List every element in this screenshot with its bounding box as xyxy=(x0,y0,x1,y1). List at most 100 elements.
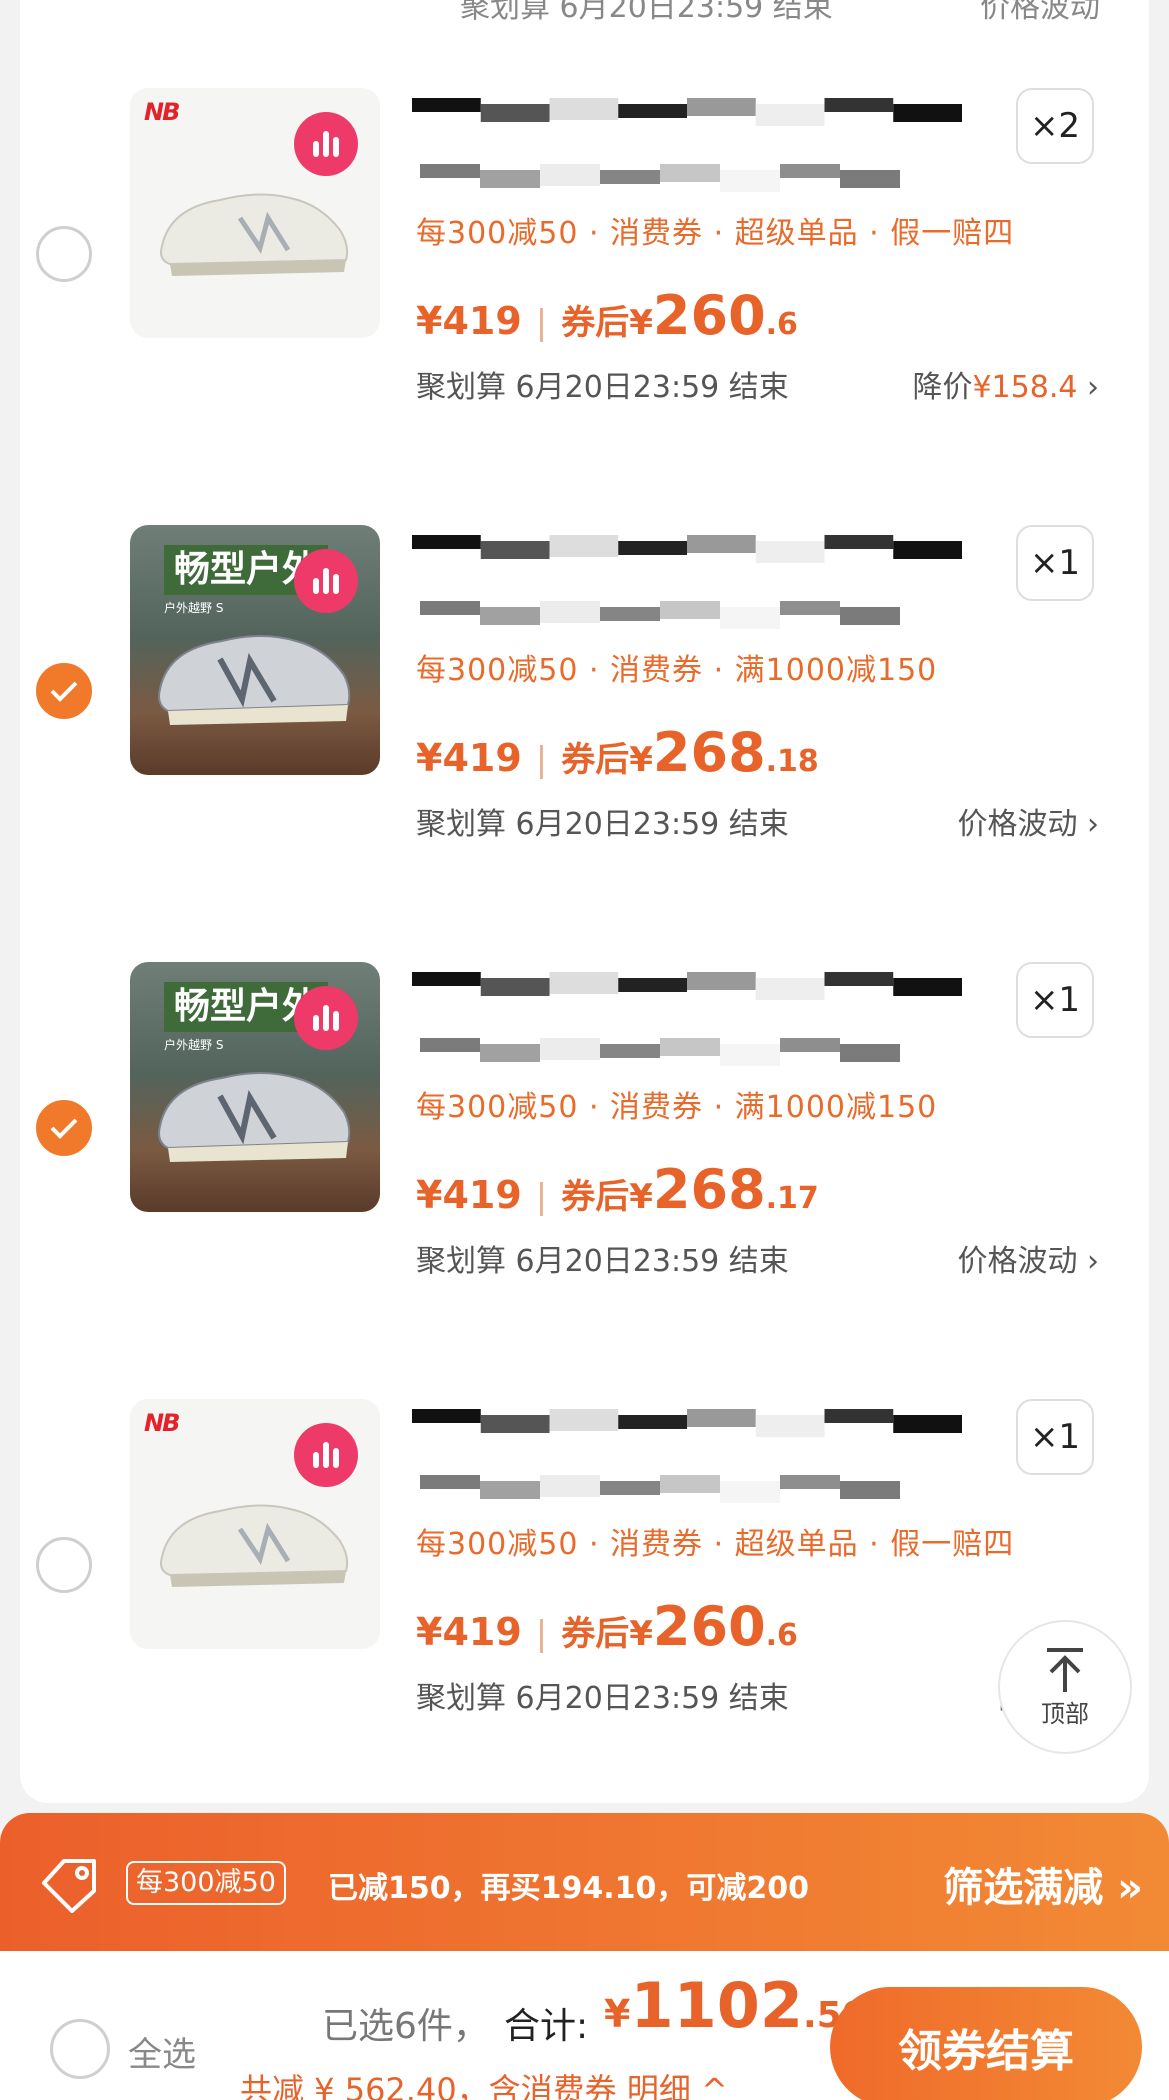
chevron-right-icon: › xyxy=(1077,370,1099,405)
item-checkbox[interactable] xyxy=(36,1100,92,1156)
price-currency: ¥ xyxy=(416,1173,443,1217)
total-currency: ¥ xyxy=(604,1992,631,2036)
product-spec-redacted[interactable] xyxy=(420,1475,900,1505)
previous-item-footer: 聚划算 6月20日23:59 结束 价格波动 xyxy=(20,0,1149,25)
price-drop-value: ¥158.4 xyxy=(972,370,1078,405)
checkmark-icon xyxy=(50,681,78,702)
cart-item[interactable]: NB ×2 每300减50 · 消费券 · 超级单品 · 假一赔四 ¥ 419 … xyxy=(0,44,1129,484)
price-divider: | xyxy=(535,1177,548,1217)
total-label: 合计: xyxy=(504,2006,589,2047)
selected-count: 已选6件， xyxy=(322,2006,489,2047)
brand-logo: NB xyxy=(144,1409,180,1437)
previous-price-trend-link[interactable]: 价格波动 xyxy=(980,0,1100,26)
product-thumbnail[interactable]: 畅型户外 户外越野 S xyxy=(130,525,380,775)
after-coupon-currency: ¥ xyxy=(629,1614,653,1654)
price-trend-label: 价格波动 xyxy=(957,1244,1078,1279)
product-title-redacted[interactable] xyxy=(412,1409,962,1445)
select-all-label[interactable]: 全选 xyxy=(128,2027,196,2076)
shoe-image xyxy=(158,635,351,725)
price-chart-icon[interactable] xyxy=(294,986,358,1050)
select-all-checkbox[interactable] xyxy=(50,2019,110,2079)
cart-item[interactable]: 畅型户外 户外越野 S ×1 每300减50 · 消费券 · 满1000减150… xyxy=(0,481,1129,921)
product-title-redacted[interactable] xyxy=(412,972,962,1008)
item-checkbox[interactable] xyxy=(36,663,92,719)
chevron-right-icon: › xyxy=(1077,1244,1099,1279)
product-spec-redacted[interactable] xyxy=(420,164,900,194)
checkmark-icon xyxy=(50,1118,78,1139)
price-value: 419 xyxy=(442,736,522,780)
price-trend-link[interactable]: 降价¥158.4 › xyxy=(912,362,1099,406)
price-trend-label: 降价 xyxy=(912,370,973,405)
campaign-deadline: 聚划算 6月20日23:59 结束 xyxy=(416,370,789,405)
chevron-right-icon: › xyxy=(1077,807,1099,842)
quantity-selector[interactable]: ×2 xyxy=(1016,88,1094,164)
after-coupon-integer: 268 xyxy=(652,721,766,784)
cart-item[interactable]: 畅型户外 户外越野 S ×1 每300减50 · 消费券 · 满1000减150… xyxy=(0,918,1129,1358)
price-row: ¥ 419 | 券后 ¥ 268 .17 xyxy=(416,1158,819,1221)
total-integer: 1102 xyxy=(630,1969,804,2042)
after-coupon-decimal: .17 xyxy=(765,1181,819,1216)
shoe-image xyxy=(158,1072,351,1162)
item-checkbox[interactable] xyxy=(36,1537,92,1593)
previous-campaign-text: 聚划算 6月20日23:59 结束 xyxy=(460,0,833,25)
back-to-top-label: 顶部 xyxy=(1041,1699,1089,1728)
after-coupon-integer: 260 xyxy=(652,1595,766,1658)
item-checkbox[interactable] xyxy=(36,226,92,282)
promo-tags: 每300减50 · 消费券 · 满1000减150 xyxy=(416,1090,938,1125)
campaign-deadline: 聚划算 6月20日23:59 结束 xyxy=(416,807,789,842)
quantity-selector[interactable]: ×1 xyxy=(1016,525,1094,601)
product-title-redacted[interactable] xyxy=(412,535,962,571)
product-thumbnail[interactable]: NB xyxy=(130,88,380,338)
price-value: 419 xyxy=(442,1173,522,1217)
price-chart-icon[interactable] xyxy=(294,112,358,176)
promo-tags: 每300减50 · 消费券 · 超级单品 · 假一赔四 xyxy=(416,216,1015,251)
price-divider: | xyxy=(535,303,548,343)
product-banner-sub: 户外越野 S xyxy=(164,601,224,615)
price-chart-icon[interactable] xyxy=(294,549,358,613)
product-banner-sub: 户外越野 S xyxy=(164,1038,224,1052)
promo-bar[interactable]: 每300减50 已减150，再买194.10，可减200 筛选满减 » xyxy=(0,1813,1169,1951)
price-chart-icon[interactable] xyxy=(294,1423,358,1487)
promo-rule-pill: 每300减50 xyxy=(126,1861,286,1905)
after-coupon-currency: ¥ xyxy=(629,1177,653,1217)
price-divider: | xyxy=(535,1614,548,1654)
product-title-redacted[interactable] xyxy=(412,98,962,134)
quantity-selector[interactable]: ×1 xyxy=(1016,1399,1094,1475)
price-currency: ¥ xyxy=(416,736,443,780)
after-coupon-currency: ¥ xyxy=(629,740,653,780)
price-trend-link[interactable]: 价格波动 › xyxy=(957,1236,1099,1280)
price-trend-label: 价格波动 xyxy=(957,807,1078,842)
price-currency: ¥ xyxy=(416,1610,443,1654)
shoe-image xyxy=(160,1504,349,1587)
price-value: 419 xyxy=(442,1610,522,1654)
campaign-deadline: 聚划算 6月20日23:59 结束 xyxy=(416,1681,789,1716)
quantity-selector[interactable]: ×1 xyxy=(1016,962,1094,1038)
saving-detail-link[interactable]: 共减 ¥ 562.40，含消费券 明细 ^ xyxy=(240,2065,728,2100)
product-thumbnail[interactable]: 畅型户外 户外越野 S xyxy=(130,962,380,1212)
price-divider: | xyxy=(535,740,548,780)
shoe-image xyxy=(160,193,349,276)
cart-item[interactable]: NB ×1 每300减50 · 消费券 · 超级单品 · 假一赔四 ¥ 419 … xyxy=(0,1355,1129,1795)
after-coupon-decimal: .6 xyxy=(765,307,798,342)
total-amount: ¥1102.50 xyxy=(604,1969,867,2042)
after-coupon-integer: 260 xyxy=(652,284,766,347)
filter-promo-button[interactable]: 筛选满减 » xyxy=(943,1855,1143,1913)
product-spec-redacted[interactable] xyxy=(420,1038,900,1068)
checkout-button[interactable]: 领券结算 xyxy=(830,1987,1142,2100)
price-row: ¥ 419 | 券后 ¥ 268 .18 xyxy=(416,721,819,784)
product-thumbnail[interactable]: NB xyxy=(130,1399,380,1649)
price-row: ¥ 419 | 券后 ¥ 260 .6 xyxy=(416,284,798,347)
product-spec-redacted[interactable] xyxy=(420,601,900,631)
arrow-up-icon xyxy=(1047,1647,1083,1692)
brand-logo: NB xyxy=(144,98,180,126)
after-coupon-label: 券后 xyxy=(561,1177,630,1217)
price-trend-link[interactable]: 价格波动 › xyxy=(957,799,1099,843)
promo-tags: 每300减50 · 消费券 · 超级单品 · 假一赔四 xyxy=(416,1527,1015,1562)
checkout-bar: 全选 已选6件， 合计: ¥1102.50 共减 ¥ 562.40，含消费券 明… xyxy=(0,1951,1169,2100)
promo-message: 已减150，再买194.10，可减200 xyxy=(328,1871,810,1906)
price-value: 419 xyxy=(442,299,522,343)
after-coupon-decimal: .18 xyxy=(765,744,819,779)
price-tag-icon xyxy=(42,1859,96,1913)
after-coupon-label: 券后 xyxy=(561,1614,630,1654)
back-to-top-button[interactable]: 顶部 xyxy=(998,1620,1132,1754)
